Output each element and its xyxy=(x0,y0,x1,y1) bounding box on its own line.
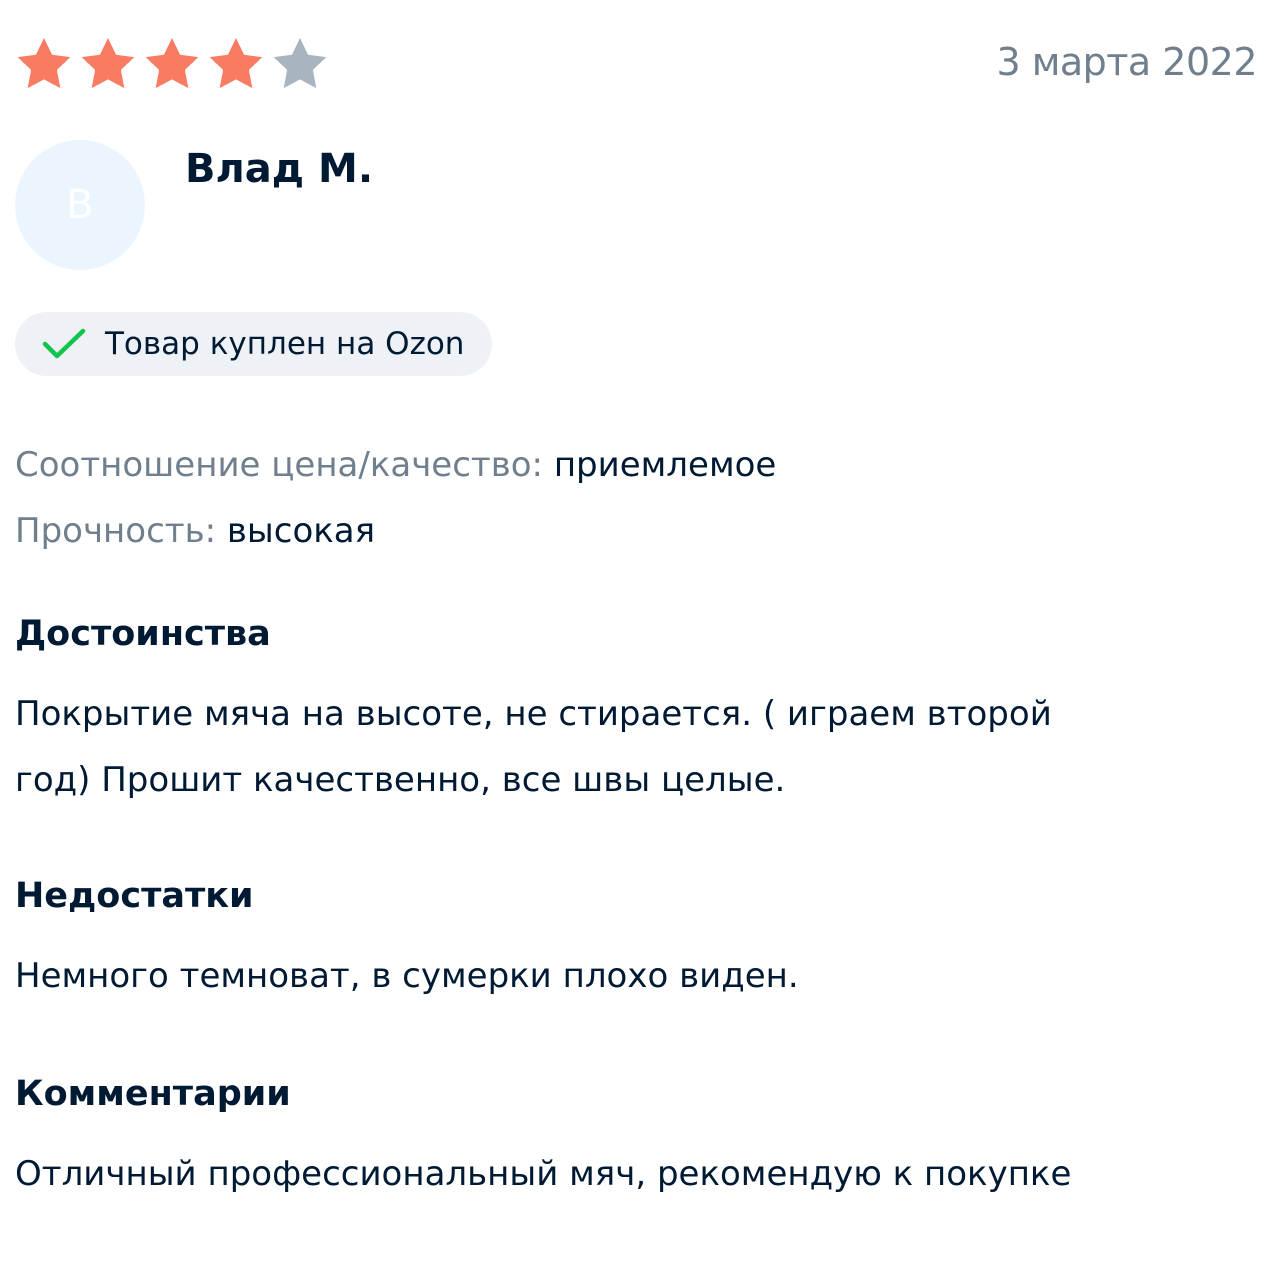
star-rating xyxy=(14,36,330,92)
star-icon xyxy=(78,36,138,92)
author-name[interactable]: Влад М. xyxy=(185,146,373,192)
property-value: высокая xyxy=(226,511,376,551)
badge-label: Товар куплен на Ozon xyxy=(105,326,465,362)
property-key: Прочность: xyxy=(15,511,217,551)
star-icon xyxy=(14,36,74,92)
property-key: Соотношение цена/качество: xyxy=(15,445,544,485)
disadvantages-section: Недостатки Немного темноват, в сумерки п… xyxy=(15,876,1255,1009)
text-line: год) Прошит качественно, все швы целые. xyxy=(15,760,786,800)
section-title: Недостатки xyxy=(15,876,254,916)
star-icon xyxy=(206,36,266,92)
property-value: приемлемое xyxy=(553,445,777,485)
star-empty-icon xyxy=(270,36,330,92)
section-text: Покрытие мяча на высоте, не стирается. (… xyxy=(15,681,1255,813)
review-date: 3 марта 2022 xyxy=(996,40,1257,84)
section-text: Отличный профессиональный мяч, рекоменду… xyxy=(15,1154,1072,1194)
section-title: Комментарии xyxy=(15,1074,291,1114)
advantages-section: Достоинства Покрытие мяча на высоте, не … xyxy=(15,614,1255,813)
review-properties: Соотношение цена/качество: приемлемое Пр… xyxy=(15,432,776,564)
review-card: 3 марта 2022 В Влад М. Товар куплен на O… xyxy=(0,0,1277,1280)
check-icon xyxy=(41,327,87,361)
star-icon xyxy=(142,36,202,92)
property-row: Соотношение цена/качество: приемлемое xyxy=(15,432,776,498)
comments-section: Комментарии Отличный профессиональный мя… xyxy=(15,1074,1255,1207)
section-text: Немного темноват, в сумерки плохо виден. xyxy=(15,956,799,996)
section-title: Достоинства xyxy=(15,614,271,654)
avatar-initial: В xyxy=(66,182,94,228)
purchase-badge: Товар куплен на Ozon xyxy=(15,312,493,376)
avatar[interactable]: В xyxy=(15,140,145,270)
property-row: Прочность: высокая xyxy=(15,498,776,564)
text-line: Покрытие мяча на высоте, не стирается. (… xyxy=(15,694,1052,734)
